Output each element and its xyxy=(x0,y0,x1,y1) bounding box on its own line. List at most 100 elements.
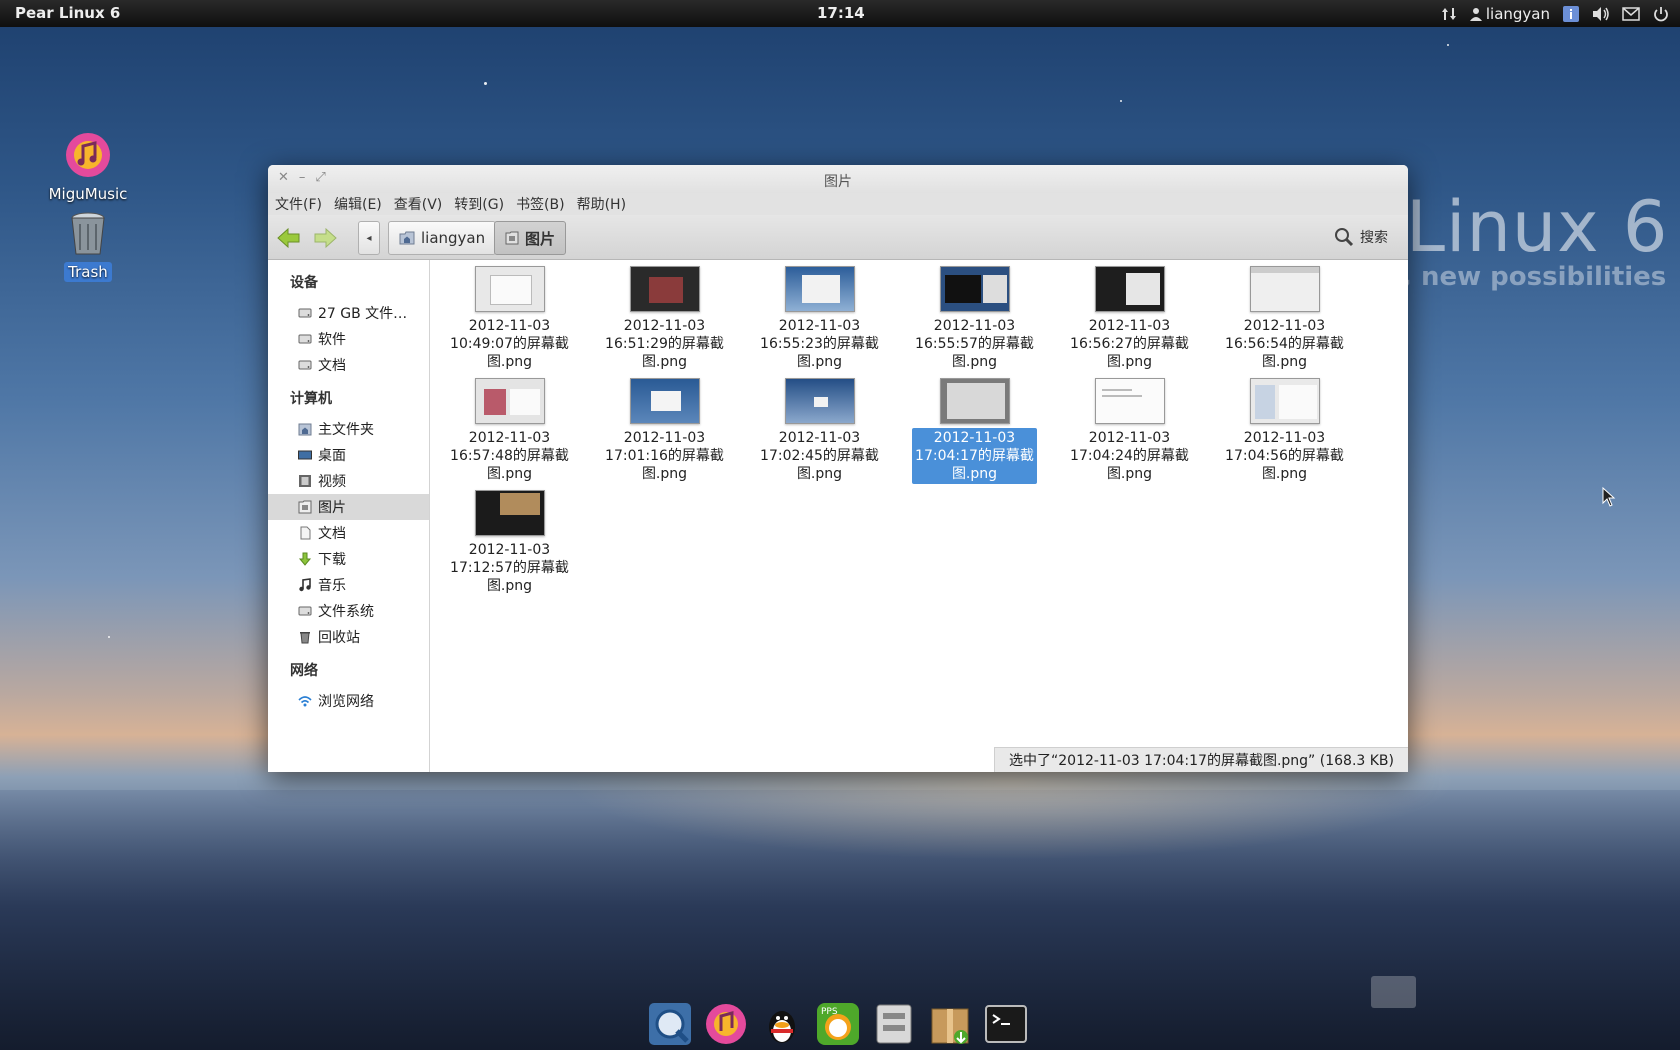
file-item[interactable]: 2012-11-03 10:49:07的屏幕截 图.png xyxy=(442,266,577,372)
file-name: 2012-11-03 17:04:24的屏幕截 图.png xyxy=(1070,430,1189,482)
sidebar-item-label: 文档 xyxy=(318,358,346,374)
file-item[interactable]: 2012-11-03 17:01:16的屏幕截 图.png xyxy=(597,378,732,484)
sidebar: 设备 27 GB 文件… 软件 文档 计算机 主文件夹 桌面 视频 图片 文档 … xyxy=(268,260,430,772)
sidebar-item-label: 软件 xyxy=(318,332,346,348)
menu-file[interactable]: 文件(F) xyxy=(275,194,322,214)
file-item[interactable]: 2012-11-03 17:04:24的屏幕截 图.png xyxy=(1062,378,1197,484)
wallpaper-star xyxy=(108,636,110,638)
breadcrumb-pictures[interactable]: 图片 xyxy=(494,221,567,255)
file-item[interactable]: 2012-11-03 16:51:29的屏幕截 图.png xyxy=(597,266,732,372)
file-name: 2012-11-03 17:04:17的屏幕截 图.png xyxy=(912,428,1037,484)
user-name: liangyan xyxy=(1485,4,1550,23)
power-icon[interactable] xyxy=(1652,5,1670,23)
image-thumbnail xyxy=(629,266,700,312)
sidebar-item-music[interactable]: 音乐 xyxy=(268,572,429,598)
image-thumbnail xyxy=(474,378,545,424)
mail-icon[interactable] xyxy=(1622,5,1640,23)
file-item[interactable]: 2012-11-03 16:56:54的屏幕截 图.png xyxy=(1217,266,1352,372)
image-thumbnail xyxy=(784,266,855,312)
menu-bookmarks[interactable]: 书签(B) xyxy=(516,194,565,214)
sidebar-header-devices: 设备 xyxy=(290,275,318,291)
back-button[interactable] xyxy=(276,227,302,249)
terminal-icon[interactable] xyxy=(982,1000,1030,1048)
sidebar-item-software[interactable]: 软件 xyxy=(268,326,429,352)
home-folder-icon xyxy=(298,422,312,436)
files-icon[interactable] xyxy=(870,1000,918,1048)
sidebar-item-label: 文件系统 xyxy=(318,604,374,620)
file-name: 2012-11-03 16:56:27的屏幕截 图.png xyxy=(1070,318,1189,370)
menu-help[interactable]: 帮助(H) xyxy=(577,194,626,214)
sidebar-item-pictures[interactable]: 图片 xyxy=(268,494,429,520)
qq-icon[interactable] xyxy=(758,1000,806,1048)
desktop-icon-trash[interactable]: Trash xyxy=(38,208,138,282)
clock[interactable]: 17:14 xyxy=(817,4,865,22)
file-name: 2012-11-03 17:04:56的屏幕截 图.png xyxy=(1225,430,1344,482)
user-menu[interactable]: liangyan xyxy=(1469,4,1550,23)
music-note-icon xyxy=(298,578,312,592)
file-item[interactable]: 2012-11-03 16:55:57的屏幕截 图.png xyxy=(907,266,1042,372)
music-icon[interactable] xyxy=(702,1000,750,1048)
browser-icon[interactable] xyxy=(646,1000,694,1048)
image-thumbnail xyxy=(474,266,545,312)
file-grid: 2012-11-03 10:49:07的屏幕截 图.png 2012-11-03 16… xyxy=(442,266,1372,596)
menu-edit[interactable]: 编辑(E) xyxy=(334,194,382,214)
file-item[interactable]: 2012-11-03 17:12:57的屏幕截 图.png xyxy=(442,490,577,596)
image-thumbnail xyxy=(1094,378,1165,424)
sidebar-header-computer: 计算机 xyxy=(290,391,332,407)
dock: PPS xyxy=(646,1000,1030,1048)
forward-arrow-icon xyxy=(314,228,337,248)
breadcrumb-label: liangyan xyxy=(421,229,486,247)
window-titlebar[interactable]: ✕ – ⤢ 图片 xyxy=(268,165,1408,193)
sidebar-item-home[interactable]: 主文件夹 xyxy=(268,416,429,442)
sidebar-item-label: 回收站 xyxy=(318,630,360,646)
desktop-icon xyxy=(298,448,312,462)
network-transfer-icon[interactable] xyxy=(1440,5,1458,23)
breadcrumb-liangyan[interactable]: liangyan xyxy=(388,221,497,255)
sidebar-item-label: 27 GB 文件… xyxy=(318,306,408,322)
distro-menu[interactable]: Pear Linux 6 xyxy=(15,4,120,22)
sidebar-item-downloads[interactable]: 下载 xyxy=(268,546,429,572)
desktop-icon-migumusic[interactable]: MiguMusic xyxy=(38,130,138,204)
file-item[interactable]: 2012-11-03 16:57:48的屏幕截 图.png xyxy=(442,378,577,484)
menu-go[interactable]: 转到(G) xyxy=(454,194,504,214)
file-view[interactable]: 2012-11-03 10:49:07的屏幕截 图.png 2012-11-03 16… xyxy=(430,260,1408,772)
image-thumbnail xyxy=(1249,378,1320,424)
sidebar-item-documents-drive[interactable]: 文档 xyxy=(268,352,429,378)
menu-view[interactable]: 查看(V) xyxy=(394,194,443,214)
file-item[interactable]: 2012-11-03 17:04:56的屏幕截 图.png xyxy=(1217,378,1352,484)
file-item-selected[interactable]: 2012-11-03 17:04:17的屏幕截 图.png xyxy=(907,378,1042,484)
image-thumbnail xyxy=(784,378,855,424)
sidebar-item-volume[interactable]: 27 GB 文件… xyxy=(268,300,429,326)
file-name: 2012-11-03 16:51:29的屏幕截 图.png xyxy=(605,318,724,370)
file-item[interactable]: 2012-11-03 17:02:45的屏幕截 图.png xyxy=(752,378,887,484)
breadcrumb-scroll-left[interactable]: ◂ xyxy=(358,221,380,255)
workspace-switcher[interactable] xyxy=(1371,976,1416,1008)
menubar: 文件(F) 编辑(E) 查看(V) 转到(G) 书签(B) 帮助(H) xyxy=(268,193,1408,215)
desktop-icon-label: MiguMusic xyxy=(48,185,128,203)
sidebar-item-trash[interactable]: 回收站 xyxy=(268,624,429,650)
sidebar-item-documents[interactable]: 文档 xyxy=(268,520,429,546)
sidebar-item-label: 浏览网络 xyxy=(318,694,374,710)
pictures-folder-icon xyxy=(505,231,519,245)
sidebar-item-filesystem[interactable]: 文件系统 xyxy=(268,598,429,624)
package-icon[interactable] xyxy=(926,1000,974,1048)
sidebar-item-videos[interactable]: 视频 xyxy=(268,468,429,494)
file-name: 2012-11-03 16:57:48的屏幕截 图.png xyxy=(450,430,569,482)
file-name: 2012-11-03 16:56:54的屏幕截 图.png xyxy=(1225,318,1344,370)
file-item[interactable]: 2012-11-03 16:56:27的屏幕截 图.png xyxy=(1062,266,1197,372)
sidebar-item-label: 文档 xyxy=(318,526,346,542)
back-arrow-icon xyxy=(277,228,300,248)
sidebar-item-browse-network[interactable]: 浏览网络 xyxy=(268,688,429,714)
wallpaper-brand-title: Linux 6 xyxy=(1406,186,1669,268)
search-button[interactable]: 搜索 xyxy=(1334,227,1388,247)
input-method-icon[interactable] xyxy=(1562,5,1580,23)
search-icon xyxy=(1335,228,1354,247)
forward-button[interactable] xyxy=(312,227,338,249)
file-item[interactable]: 2012-11-03 16:55:23的屏幕截 图.png xyxy=(752,266,887,372)
drive-icon xyxy=(298,332,312,346)
volume-icon[interactable] xyxy=(1592,5,1610,23)
pps-icon[interactable]: PPS xyxy=(814,1000,862,1048)
sidebar-item-desktop[interactable]: 桌面 xyxy=(268,442,429,468)
film-icon xyxy=(298,474,312,488)
sidebar-item-label: 主文件夹 xyxy=(318,422,374,438)
